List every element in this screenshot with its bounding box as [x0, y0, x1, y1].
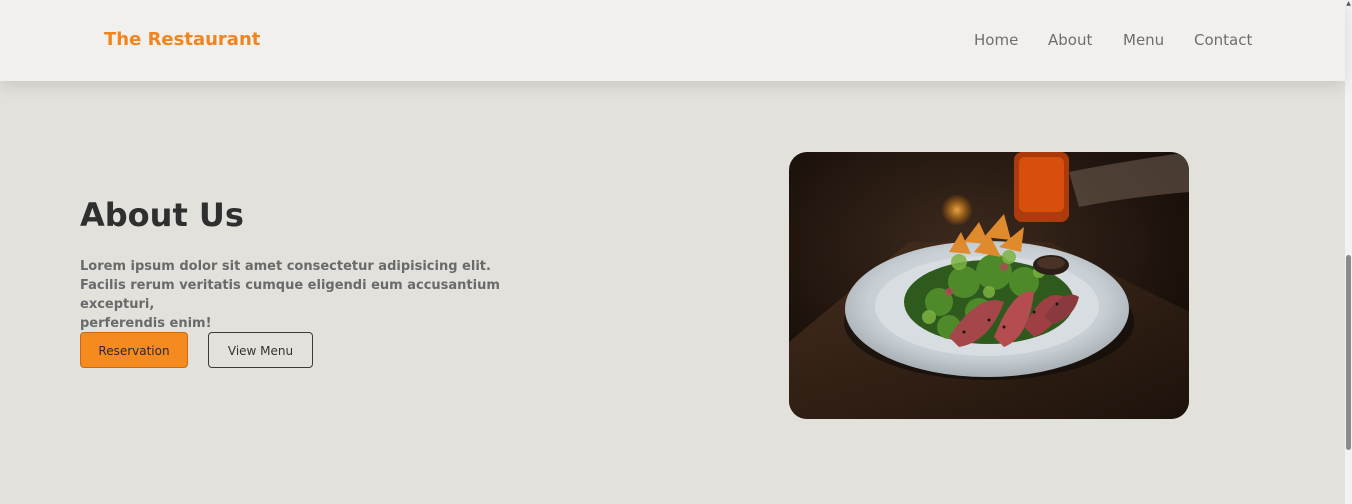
view-menu-button[interactable]: View Menu [208, 332, 313, 368]
description-line-2: Facilis rerum veritatis cumque eligendi … [80, 278, 500, 312]
nav-link-about[interactable]: About [1048, 31, 1092, 49]
reservation-button[interactable]: Reservation [80, 332, 188, 368]
nav-link-menu[interactable]: Menu [1123, 31, 1164, 49]
scroll-up-icon[interactable]: ▲ [1345, 0, 1352, 7]
description-line-1: Lorem ipsum dolor sit amet consectetur a… [80, 259, 491, 274]
about-description: Lorem ipsum dolor sit amet consectetur a… [80, 257, 550, 333]
description-line-3: perferendis enim! [80, 316, 212, 331]
scrollbar-thumb[interactable] [1346, 255, 1351, 450]
nav-link-contact[interactable]: Contact [1194, 31, 1252, 49]
brand-logo[interactable]: The Restaurant [104, 29, 260, 50]
about-title: About Us [80, 196, 244, 234]
navbar: The Restaurant Home About Menu Contact [0, 0, 1345, 81]
dish-photo [789, 152, 1189, 419]
nav-link-home[interactable]: Home [974, 31, 1018, 49]
page-scrollbar[interactable]: ▲ [1345, 0, 1352, 504]
